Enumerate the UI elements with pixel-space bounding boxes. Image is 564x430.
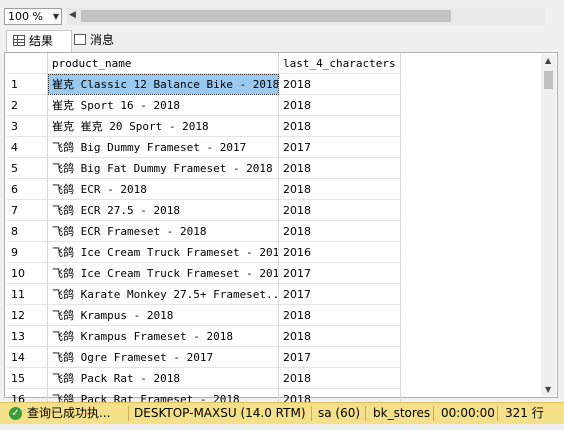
row-number: 5 (7, 157, 48, 179)
row-number: 10 (7, 262, 48, 284)
elapsed-time: 00:00:00 (441, 406, 495, 420)
header-row: product_name last_4_characters (7, 53, 401, 74)
last4-cell[interactable]: 2016 (278, 241, 401, 263)
status-divider (128, 406, 129, 421)
product-name-cell[interactable]: 崔克 Classic 12 Balance Bike - 2018 (47, 73, 279, 95)
last4-cell[interactable]: 2017 (278, 346, 401, 368)
zoom-dropdown[interactable]: 100 % ▼ (4, 8, 62, 25)
message-icon (74, 34, 86, 45)
status-message: 查询已成功执... (27, 406, 111, 420)
row-number: 9 (7, 241, 48, 263)
row-count: 321 行 (505, 406, 544, 420)
table-row[interactable]: 15 飞鸽 Pack Rat - 2018 2018 (7, 367, 401, 389)
product-name-cell[interactable]: 飞鸽 ECR - 2018 (47, 178, 279, 200)
row-number: 3 (7, 115, 48, 137)
product-name-cell[interactable]: 飞鸽 Big Fat Dummy Frameset - 2018 (47, 157, 279, 179)
last4-cell[interactable]: 2018 (278, 220, 401, 242)
table-row[interactable]: 6 飞鸽 ECR - 2018 2018 (7, 178, 401, 200)
results-toolbar: 100 % ▼ ◀ (0, 0, 564, 30)
last4-cell[interactable]: 2018 (278, 325, 401, 347)
table-row[interactable]: 9 飞鸽 Ice Cream Truck Frameset - 2016 2016 (7, 241, 401, 263)
tab-messages[interactable]: 消息 (68, 30, 130, 51)
grid-icon (13, 35, 25, 46)
table-row[interactable]: 10 飞鸽 Ice Cream Truck Frameset - 2017 2017 (7, 262, 401, 284)
product-name-cell[interactable]: 飞鸽 Krampus Frameset - 2018 (47, 325, 279, 347)
table-row[interactable]: 5 飞鸽 Big Fat Dummy Frameset - 2018 2018 (7, 157, 401, 179)
table-row[interactable]: 14 飞鸽 Ogre Frameset - 2017 2017 (7, 346, 401, 368)
product-name-cell[interactable]: 飞鸽 Ice Cream Truck Frameset - 2017 (47, 262, 279, 284)
horizontal-scroll-thumb[interactable] (81, 10, 451, 22)
vertical-scrollbar[interactable]: ▲ ▼ (541, 54, 556, 396)
product-name-cell[interactable]: 飞鸽 Karate Monkey 27.5+ Frameset... (47, 283, 279, 305)
tab-messages-label: 消息 (90, 33, 115, 47)
results-tabs: 结果 消息 (0, 30, 564, 52)
last4-cell[interactable]: 2018 (278, 94, 401, 116)
last4-cell[interactable]: 2017 (278, 136, 401, 158)
table-row[interactable]: 1 崔克 Classic 12 Balance Bike - 2018 2018 (7, 73, 401, 95)
status-bar: ✓ 查询已成功执... DESKTOP-MAXSU (14.0 RTM) sa … (0, 402, 564, 424)
scroll-left-icon[interactable]: ◀ (69, 10, 76, 20)
column-header-last-4-characters[interactable]: last_4_characters (278, 53, 401, 74)
row-number: 14 (7, 346, 48, 368)
user-name: sa (60) (318, 406, 361, 420)
scroll-down-icon[interactable]: ▼ (545, 385, 551, 394)
table-row[interactable]: 11 飞鸽 Karate Monkey 27.5+ Frameset... 2017 (7, 283, 401, 305)
row-number: 4 (7, 136, 48, 158)
splitter-handle[interactable] (549, 0, 561, 30)
row-number-header[interactable] (7, 53, 48, 74)
table-row[interactable]: 12 飞鸽 Krampus - 2018 2018 (7, 304, 401, 326)
row-number: 15 (7, 367, 48, 389)
chevron-down-icon: ▼ (52, 12, 59, 21)
last4-cell[interactable]: 2018 (278, 367, 401, 389)
server-name: DESKTOP-MAXSU (14.0 RTM) (134, 406, 306, 420)
row-number: 2 (7, 94, 48, 116)
status-divider (365, 406, 366, 421)
row-number: 8 (7, 220, 48, 242)
last4-cell[interactable]: 2018 (278, 73, 401, 95)
product-name-cell[interactable]: 飞鸽 Pack Rat - 2018 (47, 367, 279, 389)
status-divider (497, 406, 498, 421)
status-divider (311, 406, 312, 421)
scroll-up-icon[interactable]: ▲ (545, 56, 551, 65)
vertical-scroll-thumb[interactable] (544, 71, 553, 89)
row-number: 7 (7, 199, 48, 221)
row-number: 12 (7, 304, 48, 326)
last4-cell[interactable]: 2017 (278, 262, 401, 284)
results-grid[interactable]: product_name last_4_characters 1 崔克 Class… (4, 52, 558, 410)
horizontal-scrollbar[interactable]: ◀ (67, 8, 545, 25)
product-name-cell[interactable]: 崔克 崔克 20 Sport - 2018 (47, 115, 279, 137)
product-name-cell[interactable]: 飞鸽 Krampus - 2018 (47, 304, 279, 326)
results-table: product_name last_4_characters 1 崔克 Class… (7, 53, 401, 410)
table-row[interactable]: 13 飞鸽 Krampus Frameset - 2018 2018 (7, 325, 401, 347)
zoom-value: 100 % (8, 10, 43, 23)
product-name-cell[interactable]: 飞鸽 Ogre Frameset - 2017 (47, 346, 279, 368)
status-divider (433, 406, 434, 421)
product-name-cell[interactable]: 飞鸽 ECR Frameset - 2018 (47, 220, 279, 242)
last4-cell[interactable]: 2018 (278, 304, 401, 326)
table-row[interactable]: 8 飞鸽 ECR Frameset - 2018 2018 (7, 220, 401, 242)
table-row[interactable]: 4 飞鸽 Big Dummy Frameset - 2017 2017 (7, 136, 401, 158)
database-name: bk_stores (373, 406, 431, 420)
last4-cell[interactable]: 2017 (278, 283, 401, 305)
row-number: 6 (7, 178, 48, 200)
last4-cell[interactable]: 2018 (278, 115, 401, 137)
row-number: 11 (7, 283, 48, 305)
table-row[interactable]: 3 崔克 崔克 20 Sport - 2018 2018 (7, 115, 401, 137)
table-row[interactable]: 2 崔克 Sport 16 - 2018 2018 (7, 94, 401, 116)
last4-cell[interactable]: 2018 (278, 157, 401, 179)
check-circle-icon: ✓ (9, 407, 22, 420)
product-name-cell[interactable]: 飞鸽 ECR 27.5 - 2018 (47, 199, 279, 221)
row-number: 1 (7, 73, 48, 95)
tab-results[interactable]: 结果 (6, 30, 72, 52)
last4-cell[interactable]: 2018 (278, 199, 401, 221)
tab-results-label: 结果 (29, 34, 54, 48)
column-header-product-name[interactable]: product_name (47, 53, 279, 74)
table-row[interactable]: 7 飞鸽 ECR 27.5 - 2018 2018 (7, 199, 401, 221)
row-number: 13 (7, 325, 48, 347)
product-name-cell[interactable]: 飞鸽 Big Dummy Frameset - 2017 (47, 136, 279, 158)
last4-cell[interactable]: 2018 (278, 178, 401, 200)
product-name-cell[interactable]: 崔克 Sport 16 - 2018 (47, 94, 279, 116)
product-name-cell[interactable]: 飞鸽 Ice Cream Truck Frameset - 2016 (47, 241, 279, 263)
